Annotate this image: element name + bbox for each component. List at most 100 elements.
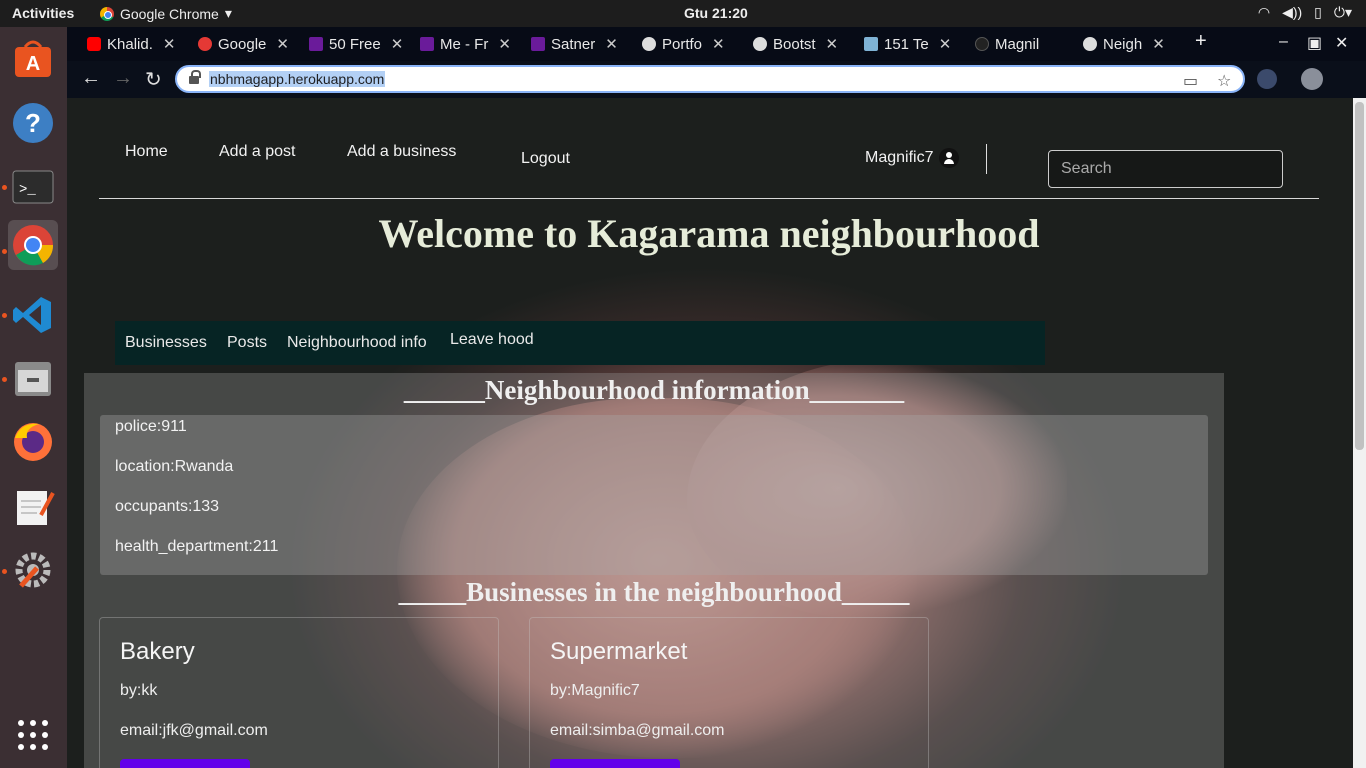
tab-title: Me - Fr <box>440 35 489 53</box>
new-tab-icon[interactable]: + <box>1195 30 1207 53</box>
nav-home-link[interactable]: Home <box>125 143 168 161</box>
back-arrow-icon[interactable]: ← <box>81 67 101 90</box>
business-action-button[interactable] <box>120 759 250 768</box>
chrome-launcher[interactable] <box>8 220 58 270</box>
close-icon[interactable]: ✕ <box>163 35 176 53</box>
scrollbar-thumb[interactable] <box>1355 102 1364 450</box>
software-center-icon: A <box>15 40 51 77</box>
tab-title: Google <box>218 35 267 53</box>
tab-title: Portfo <box>662 35 703 53</box>
business-email: email:jfk@gmail.com <box>120 722 268 739</box>
browser-tab-active[interactable]: Neigh ✕ <box>1083 33 1185 55</box>
terminal-icon: >_ <box>12 170 54 204</box>
system-tray[interactable]: ◠ ◀)) ▯ ⏻▾ <box>1258 4 1352 21</box>
browser-tab[interactable]: 151 Te ✕ <box>864 33 960 55</box>
reload-icon[interactable]: ↻ <box>145 67 162 92</box>
browser-tab[interactable]: Google ✕ <box>198 33 294 55</box>
subnav-info-link[interactable]: Neighbourhood info <box>287 334 427 352</box>
browser-tab[interactable]: Khalid. ✕ <box>87 33 183 55</box>
close-icon[interactable]: ✕ <box>826 35 839 53</box>
info-item: health_department:211 <box>115 538 279 555</box>
business-name: Supermarket <box>550 638 688 665</box>
svg-text:?: ? <box>25 108 41 138</box>
url-text[interactable]: nbhmagapp.herokuapp.com <box>209 71 386 87</box>
firefox-icon <box>14 423 52 461</box>
settings-gear-icon <box>15 552 51 588</box>
tab-title: 151 Te <box>884 35 929 53</box>
wifi-icon: ◠ <box>1257 4 1271 20</box>
browser-tab[interactable]: Bootst ✕ <box>753 33 849 55</box>
colorlib-icon <box>309 37 323 51</box>
terminal-launcher[interactable]: >_ <box>8 162 58 212</box>
dock: A ? >_ <box>0 27 67 768</box>
browser-tab[interactable]: Me - Fr ✕ <box>420 33 516 55</box>
activities-button[interactable]: Activities <box>12 5 74 21</box>
tab-title: Satner <box>551 35 596 53</box>
business-card: Bakery by:kk email:jfk@gmail.com <box>99 617 499 768</box>
info-section-title: ______Neighbourhood information_______ <box>403 375 905 405</box>
settings-launcher[interactable] <box>8 545 58 595</box>
system-top-bar: Activities Google Chrome ▾ Gtu 21:20 ◠ ◀… <box>0 0 1366 27</box>
globe-icon <box>642 37 656 51</box>
close-icon[interactable]: ✕ <box>605 35 618 53</box>
minimize-icon[interactable]: ‒ <box>1279 33 1288 51</box>
extension-icon[interactable] <box>1257 69 1277 89</box>
browser-tab[interactable]: 50 Free ✕ <box>309 33 405 55</box>
software-center-launcher[interactable]: A <box>8 34 58 84</box>
nav-add-post-link[interactable]: Add a post <box>219 143 296 161</box>
subnav-leave-link[interactable]: Leave hood <box>450 331 534 349</box>
show-apps-launcher[interactable] <box>8 710 58 760</box>
close-icon[interactable]: ✕ <box>276 35 289 53</box>
browser-tab[interactable]: Magnil <box>975 33 1071 55</box>
user-menu[interactable]: Magnific7 <box>865 148 960 168</box>
svg-text:A: A <box>26 53 40 75</box>
text-editor-launcher[interactable] <box>8 482 58 532</box>
profile-avatar[interactable] <box>1301 68 1323 90</box>
volume-icon: ◀)) <box>1282 4 1303 20</box>
address-bar[interactable]: nbhmagapp.herokuapp.com ▭ ☆ <box>175 65 1245 93</box>
business-card: Supermarket by:Magnific7 email:simba@gma… <box>529 617 929 768</box>
browser-tab[interactable]: Satner ✕ <box>531 33 627 55</box>
subnav-businesses-link[interactable]: Businesses <box>125 334 207 352</box>
nav-logout-link[interactable]: Logout <box>521 150 570 168</box>
business-action-button[interactable] <box>550 759 680 768</box>
neighbourhood-subnav: Businesses Posts Neighbourhood info Leav… <box>115 321 1045 365</box>
user-icon <box>939 148 960 168</box>
help-launcher[interactable]: ? <box>8 98 58 148</box>
business-owner: by:kk <box>120 682 158 699</box>
cast-icon[interactable]: ▭ <box>1183 71 1198 91</box>
close-icon[interactable]: ✕ <box>391 35 404 53</box>
lock-icon[interactable] <box>189 70 201 85</box>
window-close-icon[interactable]: ✕ <box>1335 33 1348 53</box>
nav-underline <box>99 198 1319 199</box>
browser-toolbar: ← → ↻ nbhmagapp.herokuapp.com ▭ ☆ <box>67 61 1366 98</box>
battery-icon: ▯ <box>1314 4 1322 20</box>
subnav-posts-link[interactable]: Posts <box>227 334 267 352</box>
browser-tab[interactable]: Portfo ✕ <box>642 33 738 55</box>
bookmark-star-icon[interactable]: ☆ <box>1217 71 1231 91</box>
chrome-icon <box>100 6 114 21</box>
tab-title: Bootst <box>773 35 816 53</box>
close-icon[interactable]: ✕ <box>1152 35 1165 53</box>
business-owner: by:Magnific7 <box>550 682 640 699</box>
globe-icon <box>753 37 767 51</box>
search-input[interactable] <box>1048 150 1283 188</box>
app-menu[interactable]: Google Chrome ▾ <box>100 5 232 22</box>
business-name: Bakery <box>120 638 195 665</box>
nav-add-business-link[interactable]: Add a business <box>347 143 456 161</box>
content-panel: ______Neighbourhood information_______ p… <box>84 373 1224 768</box>
vscode-launcher[interactable] <box>8 290 58 340</box>
tab-title: Magnil <box>995 35 1040 53</box>
maximize-icon[interactable]: ▣ <box>1307 33 1322 53</box>
clock[interactable]: Gtu 21:20 <box>684 5 748 21</box>
close-icon[interactable]: ✕ <box>498 35 511 53</box>
firefox-launcher[interactable] <box>8 417 58 467</box>
close-icon[interactable]: ✕ <box>712 35 725 53</box>
close-icon[interactable]: ✕ <box>939 35 952 53</box>
page-scrollbar[interactable] <box>1353 98 1366 768</box>
business-email: email:simba@gmail.com <box>550 722 725 739</box>
page-title: Welcome to Kagarama neighbourhood <box>378 211 1040 256</box>
forward-arrow-icon[interactable]: → <box>113 67 133 90</box>
files-launcher[interactable] <box>8 353 58 403</box>
tab-title: 50 Free <box>329 35 381 53</box>
